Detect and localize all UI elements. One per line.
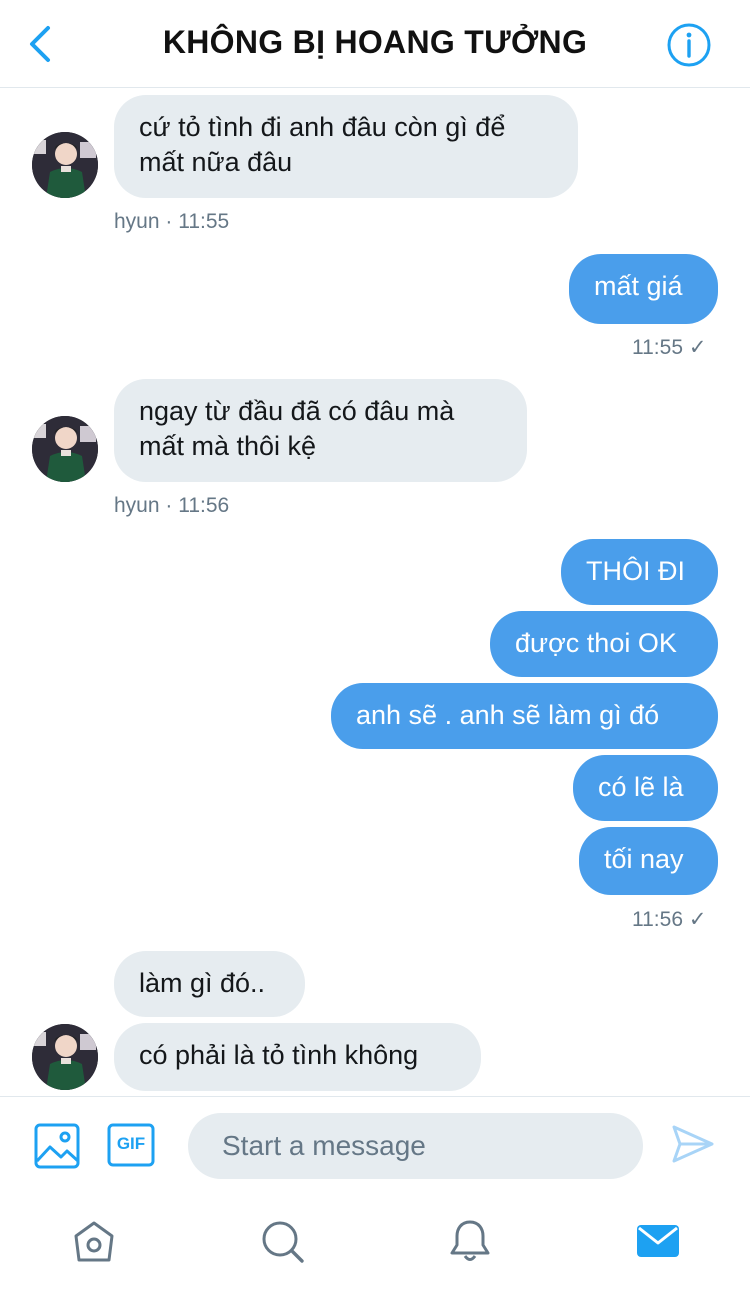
avatar[interactable] [32, 416, 98, 482]
message-text-line: cứ tỏ tình đi anh đâu còn gì để [139, 112, 506, 142]
message-composer: GIF [0, 1096, 750, 1196]
message-text: có lẽ là [598, 772, 684, 802]
message-text: THÔI ĐI [586, 556, 685, 586]
avatar-image [32, 132, 98, 198]
outgoing-message[interactable]: tối nay [579, 827, 718, 895]
message-text: anh sẽ . anh sẽ làm gì đó [356, 700, 660, 730]
add-photo-button[interactable] [34, 1123, 80, 1169]
message-text: được thoi OK [515, 628, 677, 658]
send-button[interactable] [670, 1121, 716, 1167]
tab-messages[interactable] [635, 1218, 681, 1264]
outgoing-message[interactable]: THÔI ĐI [561, 539, 718, 605]
message-text: làm gì đó.. [139, 968, 266, 998]
tab-bar [0, 1196, 750, 1294]
messages-icon [637, 1225, 679, 1257]
avatar[interactable] [32, 1024, 98, 1090]
info-icon [667, 23, 711, 67]
message-meta: hyun · 11:55 [114, 210, 230, 233]
message-meta: 11:56 ✓ [632, 908, 707, 931]
message-text: mất giá [594, 271, 683, 301]
message-meta: hyun · 11:56 [114, 494, 230, 517]
message-text: có phải là tỏ tình không [139, 1040, 419, 1070]
gif-label: GIF [116, 1134, 146, 1153]
incoming-message[interactable]: làm gì đó.. [114, 951, 305, 1017]
image-icon [34, 1123, 80, 1169]
outgoing-message[interactable]: được thoi OK [490, 611, 718, 677]
search-icon [262, 1221, 304, 1263]
message-text-line: mất mà thôi kệ [139, 431, 317, 461]
incoming-message[interactable]: cứ tỏ tình đi anh đâu còn gì để mất nữa … [114, 95, 578, 198]
outgoing-message[interactable]: anh sẽ . anh sẽ làm gì đó [331, 683, 718, 749]
notifications-icon [450, 1220, 490, 1261]
outgoing-message[interactable]: có lẽ là [573, 755, 718, 821]
conversation-title: KHÔNG BỊ HOANG TƯỞNG [162, 24, 588, 60]
tab-home[interactable] [71, 1218, 117, 1264]
incoming-message[interactable]: có phải là tỏ tình không [114, 1023, 481, 1091]
avatar[interactable] [32, 132, 98, 198]
gif-button[interactable]: GIF [107, 1123, 155, 1167]
send-icon [672, 1125, 714, 1163]
avatar-image [32, 416, 98, 482]
incoming-message[interactable]: ngay từ đầu đã có đâu mà mất mà thôi kệ [114, 379, 527, 482]
tab-notifications[interactable] [447, 1218, 493, 1264]
message-input[interactable] [188, 1113, 643, 1179]
message-thread[interactable]: cứ tỏ tình đi anh đâu còn gì để mất nữa … [0, 89, 750, 1096]
message-meta: 11:55 ✓ [632, 336, 707, 359]
message-text: tối nay [604, 844, 684, 874]
info-button[interactable] [666, 22, 712, 68]
home-icon [74, 1221, 114, 1262]
outgoing-message[interactable]: mất giá [569, 254, 718, 324]
tab-search[interactable] [259, 1218, 305, 1264]
message-text-line: ngay từ đầu đã có đâu mà [139, 396, 455, 426]
avatar-image [32, 1024, 98, 1090]
conversation-header: KHÔNG BỊ HOANG TƯỞNG [0, 0, 750, 88]
message-text-line: mất nữa đâu [139, 147, 293, 177]
